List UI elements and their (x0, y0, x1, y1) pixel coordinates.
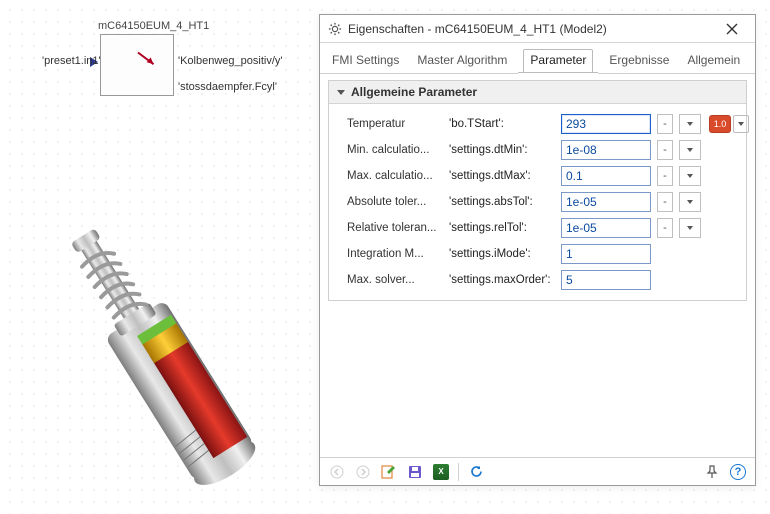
edit-button[interactable] (380, 463, 398, 481)
close-button[interactable] (715, 18, 749, 40)
dialog-content: Allgemeine Parameter Temperatur 'bo.TStar… (320, 74, 755, 457)
dialog-title: Eigenschaften - mC64150EUM_4_HT1 (Model2… (348, 22, 715, 36)
chevron-down-icon (337, 90, 345, 95)
version-dropdown[interactable] (733, 115, 749, 133)
unit-display: - (657, 114, 673, 134)
param-key: 'settings.absTol': (449, 196, 555, 208)
dialog-titlebar: Eigenschaften - mC64150EUM_4_HT1 (Model2… (320, 15, 755, 43)
help-icon: ? (730, 464, 746, 480)
param-key: 'settings.iMode': (449, 248, 555, 260)
param-row: Temperatur 'bo.TStart': - 1.0 (347, 112, 738, 136)
param-label: Relative toleran... (347, 222, 443, 234)
dialog-statusbar: X ? (320, 457, 755, 485)
tab-general[interactable]: Allgemein (685, 49, 742, 73)
param-label: Absolute toler... (347, 196, 443, 208)
gear-icon (328, 22, 342, 36)
save-button[interactable] (406, 463, 424, 481)
unit-dropdown[interactable] (679, 166, 701, 186)
properties-dialog: Eigenschaften - mC64150EUM_4_HT1 (Model2… (319, 14, 756, 486)
param-key: 'settings.maxOrder': (449, 274, 555, 286)
param-row: Integration M... 'settings.iMode': (347, 242, 738, 266)
port-label-out-2: 'stossdaempfer.Fcyl' (178, 81, 277, 93)
unit-display: - (657, 218, 673, 238)
tab-parameter[interactable]: Parameter (523, 49, 593, 74)
param-row: Max. calculatio... 'settings.dtMax': - (347, 164, 738, 188)
tab-master-algorithm[interactable]: Master Algorithm (415, 49, 509, 73)
arrow-left-icon (330, 465, 344, 479)
refresh-button[interactable] (467, 463, 485, 481)
param-row: Min. calculatio... 'settings.dtMin': - (347, 138, 738, 162)
model-block[interactable] (100, 34, 174, 96)
tab-fmi-settings[interactable]: FMI Settings (330, 49, 401, 73)
chevron-down-icon (687, 200, 693, 204)
param-label: Integration M... (347, 248, 443, 260)
port-label-out-1: 'Kolbenweg_positiv/y' (178, 55, 282, 67)
chevron-down-icon (687, 174, 693, 178)
param-value-input[interactable] (561, 270, 651, 290)
param-label: Temperatur (347, 118, 443, 130)
param-key: 'settings.dtMin': (449, 144, 555, 156)
tab-results[interactable]: Ergebnisse (607, 49, 671, 73)
param-label: Max. solver... (347, 274, 443, 286)
param-value-input[interactable] (561, 140, 651, 160)
param-label: Min. calculatio... (347, 144, 443, 156)
arrow-right-icon (356, 465, 370, 479)
section-header[interactable]: Allgemeine Parameter (329, 81, 746, 104)
param-value-input[interactable] (561, 114, 651, 134)
unit-dropdown[interactable] (679, 140, 701, 160)
excel-icon: X (433, 464, 449, 480)
unit-dropdown[interactable] (679, 218, 701, 238)
param-key: 'settings.dtMax': (449, 170, 555, 182)
parameter-list: Temperatur 'bo.TStart': - 1.0 Min. calculati… (329, 104, 746, 300)
page-edit-icon (381, 465, 397, 479)
param-key: 'bo.TStart': (449, 118, 555, 130)
separator (458, 463, 459, 481)
nav-forward-button (354, 463, 372, 481)
param-value-input[interactable] (561, 218, 651, 238)
param-value-input[interactable] (561, 166, 651, 186)
version-badge: 1.0 (709, 115, 731, 133)
pin-icon (705, 465, 719, 479)
param-row: Absolute toler... 'settings.absTol': - (347, 190, 738, 214)
save-icon (408, 465, 422, 479)
chevron-down-icon (738, 122, 744, 126)
param-label: Max. calculatio... (347, 170, 443, 182)
section-general-parameters: Allgemeine Parameter Temperatur 'bo.TStar… (328, 80, 747, 301)
param-value-input[interactable] (561, 244, 651, 264)
chevron-down-icon (687, 122, 693, 126)
shock-absorber-illustration (30, 200, 290, 500)
nav-back-button (328, 463, 346, 481)
export-excel-button[interactable]: X (432, 463, 450, 481)
param-key: 'settings.relTol': (449, 222, 555, 234)
unit-dropdown[interactable] (679, 192, 701, 212)
unit-display: - (657, 192, 673, 212)
version-badge-group: 1.0 (709, 115, 749, 133)
block-arrow-icon (101, 35, 173, 95)
tab-bar: FMI Settings Master Algorithm Parameter … (320, 43, 755, 74)
param-value-input[interactable] (561, 192, 651, 212)
close-icon (726, 23, 738, 35)
unit-display: - (657, 140, 673, 160)
unit-dropdown[interactable] (679, 114, 701, 134)
pin-button[interactable] (703, 463, 721, 481)
help-button[interactable]: ? (729, 463, 747, 481)
block-title: mC64150EUM_4_HT1 (98, 20, 209, 32)
section-title: Allgemeine Parameter (351, 85, 477, 99)
param-row: Relative toleran... 'settings.relTol': - (347, 216, 738, 240)
port-label-in: 'preset1.in1' (42, 55, 101, 67)
chevron-down-icon (687, 148, 693, 152)
refresh-icon (469, 464, 484, 479)
unit-display: - (657, 166, 673, 186)
chevron-down-icon (687, 226, 693, 230)
param-row: Max. solver... 'settings.maxOrder': (347, 268, 738, 292)
